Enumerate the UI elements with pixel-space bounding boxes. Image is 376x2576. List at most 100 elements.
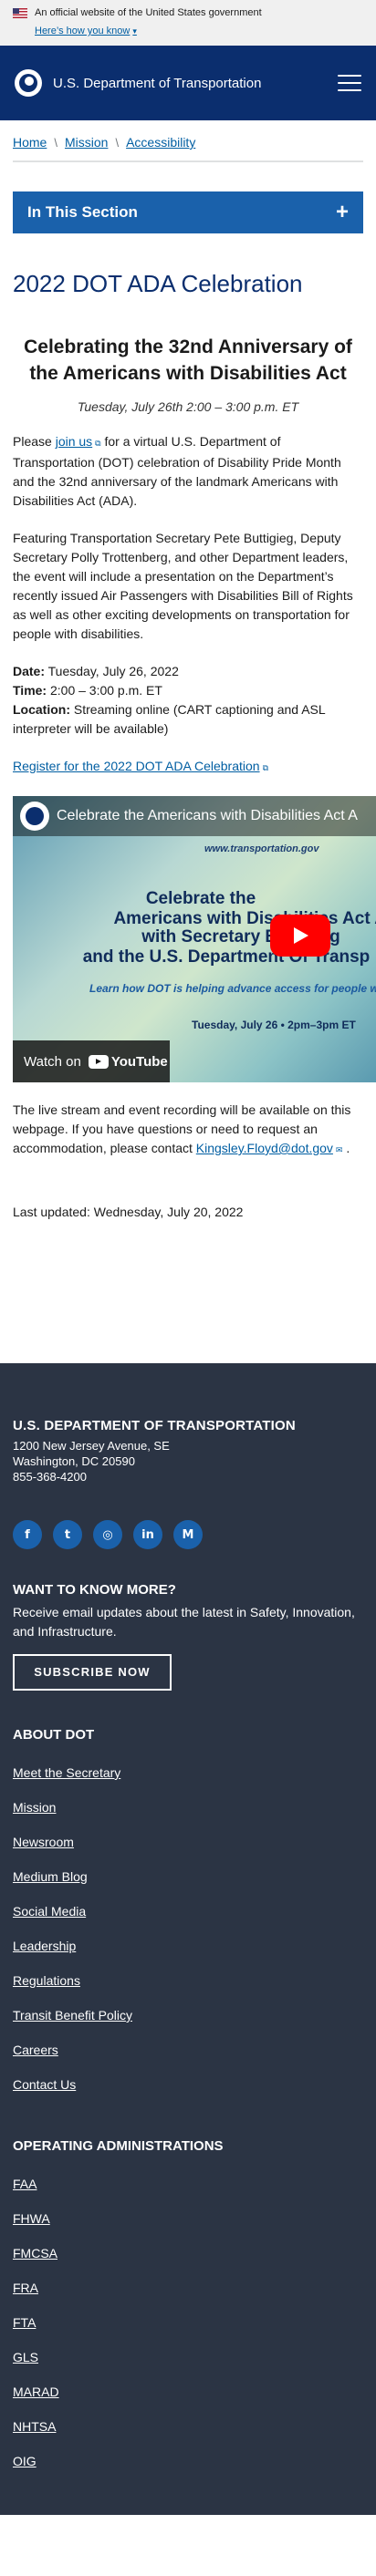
plus-icon: + [335, 200, 349, 224]
main-content: 2022 DOT ADA Celebration Celebrating the… [0, 270, 376, 1219]
list-item: FHWA [13, 2201, 363, 2236]
official-website-text: An official website of the United States… [35, 7, 262, 18]
list-item: Medium Blog [13, 1859, 363, 1894]
footer-link-newsroom[interactable]: Newsroom [13, 1835, 74, 1849]
video-subline: Learn how DOT is helping advance access … [89, 982, 376, 995]
dot-logo-icon[interactable] [15, 69, 42, 97]
twitter-icon[interactable]: t [53, 1520, 82, 1549]
instagram-icon[interactable]: ◎ [93, 1520, 122, 1549]
list-item: Contact Us [13, 2067, 363, 2102]
footer-link-leadership[interactable]: Leadership [13, 1939, 76, 1953]
chevron-down-icon: ▾ [132, 26, 137, 36]
footer-link-fhwa[interactable]: FHWA [13, 2211, 50, 2226]
footer-link-social-media[interactable]: Social Media [13, 1904, 86, 1919]
list-item: Meet the Secretary [13, 1755, 363, 1790]
list-item: FTA [13, 2305, 363, 2340]
list-item: Newsroom [13, 1825, 363, 1859]
breadcrumb-accessibility[interactable]: Accessibility [126, 135, 195, 150]
in-this-section-label: In This Section [27, 203, 138, 221]
site-footer: U.S. DEPARTMENT OF TRANSPORTATION 1200 N… [0, 1363, 376, 2515]
footer-link-fra[interactable]: FRA [13, 2281, 38, 2295]
footer-link-mission[interactable]: Mission [13, 1800, 56, 1815]
register-link[interactable]: Register for the 2022 DOT ADA Celebratio… [13, 759, 260, 773]
us-flag-icon [13, 7, 27, 18]
footer-link-careers[interactable]: Careers [13, 2043, 58, 2057]
list-item: Leadership [13, 1929, 363, 1963]
want-to-know-more-heading: WANT TO KNOW MORE? [13, 1582, 176, 1598]
want-to-know-more-desc: Receive email updates about the latest i… [13, 1605, 355, 1639]
heres-how-you-know-link[interactable]: Here’s how you know ▾ [35, 26, 137, 36]
play-button-icon[interactable] [270, 915, 330, 957]
watch-on-youtube-button[interactable]: Watch on YouTube [13, 1040, 170, 1082]
list-item: Social Media [13, 1894, 363, 1929]
video-title-bar: Celebrate the Americans with Disabilitie… [13, 796, 376, 836]
external-link-icon: ⧉ [262, 763, 268, 772]
youtube-video-embed[interactable]: Celebrate the Americans with Disabilitie… [13, 796, 376, 1082]
list-item: NHTSA [13, 2409, 363, 2444]
about-dot-links: Meet the Secretary Mission Newsroom Medi… [13, 1755, 363, 2102]
list-item: Regulations [13, 1963, 363, 1998]
last-updated: Last updated: Wednesday, July 20, 2022 [13, 1205, 244, 1219]
video-dateline: Tuesday, July 26 • 2pm–3pm ET [192, 1019, 356, 1031]
event-details: Date: Tuesday, July 26, 2022 Time: 2:00 … [13, 662, 363, 739]
in-this-section-toggle[interactable]: In This Section + [13, 191, 363, 233]
register-paragraph: Register for the 2022 DOT ADA Celebratio… [13, 757, 363, 778]
footer-link-marad[interactable]: MARAD [13, 2385, 59, 2399]
list-item: Mission [13, 1790, 363, 1825]
closing-paragraph: The live stream and event recording will… [13, 1102, 351, 1155]
channel-logo-icon[interactable] [20, 802, 49, 831]
list-item: GLS [13, 2340, 363, 2374]
footer-link-fta[interactable]: FTA [13, 2315, 36, 2330]
event-date: Date: Tuesday, July 26, 2022 [13, 664, 179, 678]
youtube-icon [88, 1054, 109, 1069]
site-header: U.S. Department of Transportation [0, 46, 376, 120]
gov-banner: An official website of the United States… [0, 0, 376, 46]
event-time-detail: Time: 2:00 – 3:00 p.m. ET [13, 683, 162, 698]
footer-address-line: Washington, DC 20590 [13, 1454, 135, 1468]
event-location: Location: Streaming online (CART caption… [13, 702, 326, 736]
featuring-paragraph: Featuring Transportation Secretary Pete … [13, 531, 353, 641]
breadcrumb-mission[interactable]: Mission [65, 135, 108, 150]
breadcrumb-separator: \ [54, 135, 57, 150]
footer-link-transit-benefit-policy[interactable]: Transit Benefit Policy [13, 2008, 132, 2023]
list-item: FRA [13, 2271, 363, 2305]
breadcrumb-separator: \ [115, 135, 120, 150]
video-headline-line: Celebrate the [145, 889, 256, 908]
footer-org-name: U.S. DEPARTMENT OF TRANSPORTATION [13, 1418, 296, 1433]
footer-phone[interactable]: 855-368-4200 [13, 1470, 363, 1484]
video-url-text: www.transportation.gov [204, 843, 319, 854]
footer-link-regulations[interactable]: Regulations [13, 1973, 80, 1988]
medium-icon[interactable]: M [173, 1520, 203, 1549]
contact-email-link[interactable]: Kingsley.Floyd@dot.gov [196, 1141, 333, 1155]
list-item: Careers [13, 2033, 363, 2067]
site-name[interactable]: U.S. Department of Transportation [53, 76, 338, 91]
menu-icon[interactable] [338, 75, 361, 91]
breadcrumb-home[interactable]: Home [13, 135, 47, 150]
footer-link-oig[interactable]: OIG [13, 2454, 37, 2468]
breadcrumb: Home \ Mission \ Accessibility [0, 120, 376, 150]
list-item: OIG [13, 2444, 363, 2478]
event-heading: Celebrating the 32nd Anniversary of the … [24, 336, 352, 384]
video-title[interactable]: Celebrate the Americans with Disabilitie… [57, 808, 358, 824]
subscribe-now-button[interactable]: SUBSCRIBE NOW [13, 1654, 172, 1691]
footer-address-line: 1200 New Jersey Avenue, SE [13, 1439, 170, 1453]
list-item: FMCSA [13, 2236, 363, 2271]
footer-link-meet-the-secretary[interactable]: Meet the Secretary [13, 1765, 120, 1780]
join-us-link[interactable]: join us [56, 434, 92, 449]
footer-link-nhtsa[interactable]: NHTSA [13, 2419, 56, 2434]
footer-link-contact-us[interactable]: Contact Us [13, 2077, 76, 2092]
footer-link-fmcsa[interactable]: FMCSA [13, 2246, 57, 2260]
intro-paragraph: Please join us ⧉ for a virtual U.S. Depar… [13, 434, 341, 508]
footer-link-medium-blog[interactable]: Medium Blog [13, 1869, 88, 1884]
breadcrumb-divider [13, 160, 363, 162]
footer-link-faa[interactable]: FAA [13, 2177, 37, 2191]
list-item: Transit Benefit Policy [13, 1998, 363, 2033]
operating-administrations-heading: OPERATING ADMINISTRATIONS [13, 2138, 224, 2154]
about-dot-heading: ABOUT DOT [13, 1727, 95, 1743]
facebook-icon[interactable]: f [13, 1520, 42, 1549]
linkedin-icon[interactable]: in [133, 1520, 162, 1549]
footer-link-gls[interactable]: GLS [13, 2350, 38, 2364]
event-time: Tuesday, July 26th 2:00 – 3:00 p.m. ET [77, 399, 299, 414]
social-links: f t ◎ in M [13, 1520, 363, 1549]
operating-administrations-links: FAA FHWA FMCSA FRA FTA GLS MARAD NHTSA O… [13, 2167, 363, 2478]
